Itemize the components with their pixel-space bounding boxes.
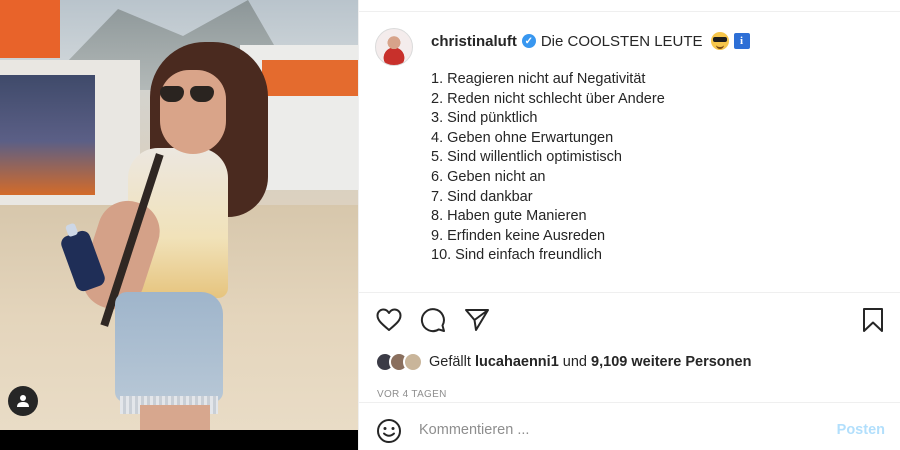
caption-list-item: 5. Sind willentlich optimistisch	[431, 149, 622, 166]
comment-icon	[420, 308, 445, 333]
send-icon	[465, 309, 489, 331]
emoji-picker-button[interactable]	[375, 417, 403, 445]
smiley-icon	[377, 419, 401, 443]
like-button[interactable]	[375, 306, 403, 334]
info-emoji-icon: i	[733, 33, 750, 49]
post-photo[interactable]	[0, 0, 358, 430]
post-actions-bar	[375, 306, 887, 336]
likes-connector: und	[562, 354, 587, 370]
author-username[interactable]: christinaluft	[431, 33, 517, 50]
caption-list-item: 1. Reagieren nicht auf Negativität	[431, 71, 646, 87]
caption-list-item: 9. Erfinden keine Ausreden	[431, 227, 606, 244]
panel-top-divider	[359, 11, 900, 12]
actions-divider	[359, 292, 900, 293]
heart-icon	[376, 308, 402, 331]
comment-composer: Posten	[359, 402, 900, 450]
author-avatar[interactable]	[375, 28, 413, 66]
photo-person-shorts	[115, 292, 223, 402]
photo-bottom-bar	[0, 430, 358, 450]
photo-sign-right	[262, 60, 358, 96]
photo-sunglasses	[160, 86, 216, 102]
tagged-users-button[interactable]	[8, 386, 38, 416]
photo-banner-left	[0, 75, 95, 195]
instagram-post-view: christinaluft ✓ Die COOLSTEN LEUTE i 1. …	[0, 0, 900, 450]
verified-badge-icon: ✓	[521, 34, 536, 48]
post-details-panel: christinaluft ✓ Die COOLSTEN LEUTE i 1. …	[358, 0, 900, 450]
post-timestamp[interactable]: VOR 4 TAGEN	[377, 389, 447, 400]
sunglasses-emoji-icon	[710, 32, 729, 50]
caption-header: christinaluft ✓ Die COOLSTEN LEUTE i	[431, 32, 750, 50]
caption-list-item: 7. Sind dankbar	[431, 188, 533, 205]
caption-list-item: 8. Haben gute Manieren	[431, 208, 587, 225]
liker-username[interactable]: lucahaenni1	[475, 354, 559, 370]
likes-prefix: Gefällt	[429, 354, 471, 370]
liker-avatar	[403, 352, 423, 372]
save-button[interactable]	[859, 306, 887, 334]
caption-list-item: 2. Reden nicht schlecht über Andere	[431, 90, 665, 107]
comment-input[interactable]	[419, 419, 799, 441]
comment-button[interactable]	[419, 306, 447, 334]
caption-list: 1. Reagieren nicht auf Negativität 2. Re…	[431, 70, 665, 266]
caption-list-item: 10. Sind einfach freundlich	[431, 247, 602, 264]
photo-banner-orange	[0, 0, 60, 58]
user-icon	[17, 395, 29, 407]
post-comment-button[interactable]: Posten	[837, 422, 885, 438]
likes-count[interactable]: 9,109 weitere Personen	[591, 354, 751, 370]
likes-text: Gefällt lucahaenni1 und 9,109 weitere Pe…	[429, 354, 751, 370]
photo-person-leg	[140, 405, 210, 430]
caption-list-item: 3. Sind pünktlich	[431, 110, 538, 127]
likes-summary[interactable]: Gefällt lucahaenni1 und 9,109 weitere Pe…	[375, 352, 751, 372]
bookmark-icon	[863, 308, 883, 332]
photo-person-face	[160, 70, 226, 154]
share-button[interactable]	[463, 306, 491, 334]
caption-title: Die COOLSTEN LEUTE	[540, 32, 703, 50]
caption-list-item: 6. Geben nicht an	[431, 168, 546, 185]
caption-list-item: 4. Geben ohne Erwartungen	[431, 129, 614, 146]
